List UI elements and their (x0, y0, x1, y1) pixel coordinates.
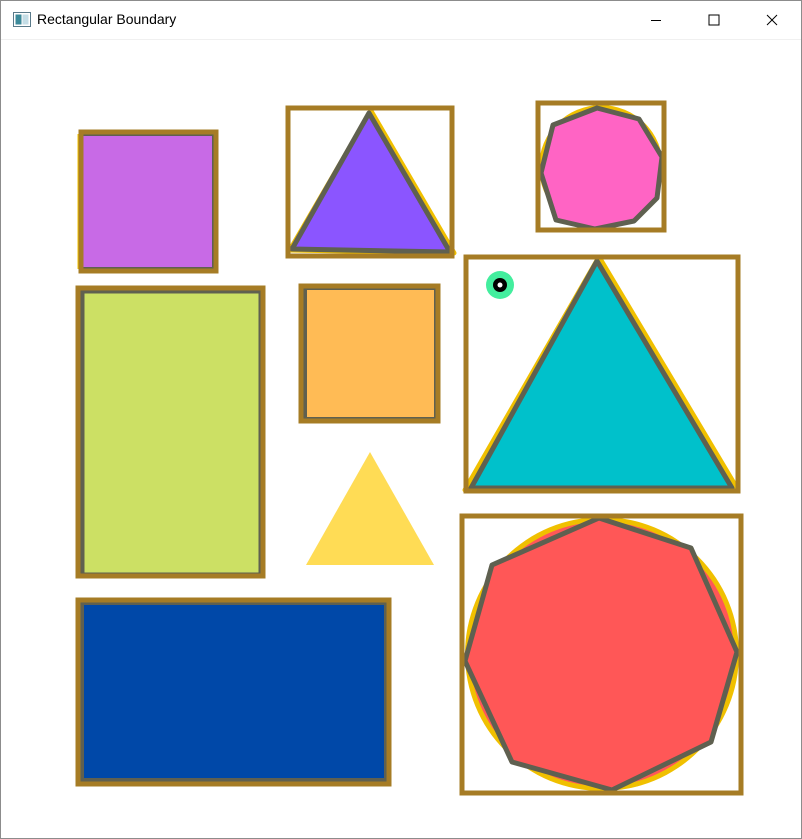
app-window: Rectangular Boundary (0, 0, 802, 839)
minimize-button[interactable] (627, 1, 685, 39)
minimize-icon (651, 20, 661, 21)
violet-triangle (285, 105, 457, 259)
close-icon (766, 14, 778, 26)
maximize-icon (708, 14, 720, 26)
orange-square (298, 283, 441, 424)
window-app-icon (13, 12, 31, 27)
yellow-triangle (306, 452, 434, 565)
green-rectangle (75, 285, 266, 579)
blue-rectangle (75, 597, 392, 787)
maximize-button[interactable] (685, 1, 743, 39)
window-title: Rectangular Boundary (37, 11, 177, 27)
green-marker (486, 271, 514, 299)
title-bar[interactable]: Rectangular Boundary (1, 1, 801, 40)
pink-octagon (535, 100, 667, 233)
red-octagon (459, 513, 744, 796)
close-button[interactable] (743, 1, 801, 39)
drawing-canvas (75, 100, 744, 796)
purple-square (77, 129, 219, 274)
